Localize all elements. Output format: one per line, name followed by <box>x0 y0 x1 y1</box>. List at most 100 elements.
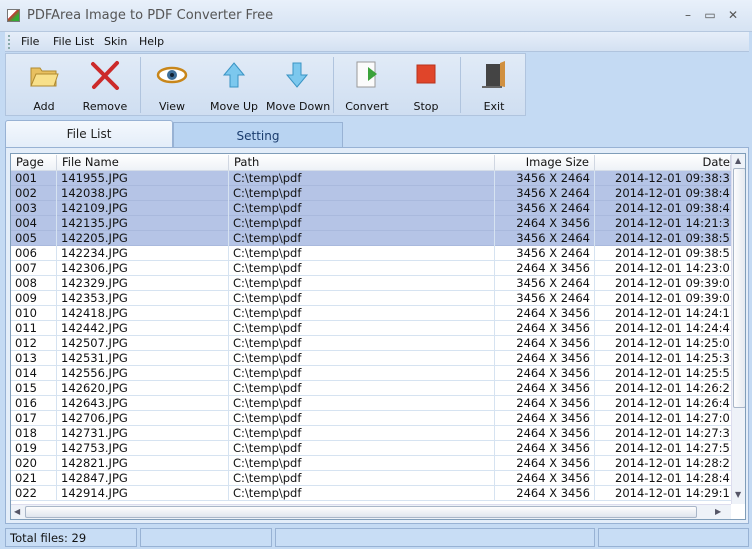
cell-file-name: 142418.JPG <box>57 306 229 321</box>
column-header-date[interactable]: Date <box>595 155 731 170</box>
table-row[interactable]: 017 142706.JPG C:\temp\pdf 2464 X 3456 2014-… <box>11 411 731 426</box>
cell-date: 2014-12-01 09:39:0 <box>615 276 730 290</box>
menu-skin[interactable]: Skin <box>104 35 127 48</box>
cell-file-name: 142135.JPG <box>57 216 229 231</box>
stop-icon <box>416 64 436 84</box>
cell-date: 2014-12-01 09:38:5 <box>615 231 730 245</box>
exit-button[interactable]: Exit <box>464 54 524 116</box>
table-row[interactable]: 012 142507.JPG C:\temp\pdf 2464 X 3456 2014-… <box>11 336 731 351</box>
cell-page: 013 <box>11 351 57 366</box>
scroll-left-icon[interactable]: ◀ <box>14 507 20 516</box>
convert-button[interactable]: Convert <box>338 54 396 116</box>
vertical-scrollbar[interactable]: ▲ ▼ <box>731 154 745 504</box>
table-row[interactable]: 003 142109.JPG C:\temp\pdf 3456 X 2464 2014-… <box>11 201 731 216</box>
cell-file-name: 142234.JPG <box>57 246 229 261</box>
window-title: PDFArea Image to PDF Converter Free <box>27 8 274 23</box>
cell-file-name: 142731.JPG <box>57 426 229 441</box>
table-row[interactable]: 009 142353.JPG C:\temp\pdf 3456 X 2464 2014-… <box>11 291 731 306</box>
stop-button[interactable]: Stop <box>398 54 454 116</box>
table-row[interactable]: 002 142038.JPG C:\temp\pdf 3456 X 2464 2014-… <box>11 186 731 201</box>
column-header-file-name[interactable]: File Name <box>57 155 229 170</box>
cell-path: C:\temp\pdf <box>229 231 495 246</box>
scroll-down-icon[interactable]: ▼ <box>735 490 741 499</box>
minimize-button[interactable]: – <box>680 8 696 22</box>
convert-icon <box>356 61 377 88</box>
table-row[interactable]: 019 142753.JPG C:\temp\pdf 2464 X 3456 2014-… <box>11 441 731 456</box>
tab-strip: File List Setting <box>5 118 749 150</box>
cell-file-name: 142442.JPG <box>57 321 229 336</box>
cell-file-name: 142556.JPG <box>57 366 229 381</box>
cell-path: C:\temp\pdf <box>229 366 495 381</box>
table-row[interactable]: 005 142205.JPG C:\temp\pdf 3456 X 2464 2014-… <box>11 231 731 246</box>
cell-file-name: 142109.JPG <box>57 201 229 216</box>
cell-path: C:\temp\pdf <box>229 396 495 411</box>
cell-image-size: 2464 X 3456 <box>495 471 595 486</box>
add-label: Add <box>33 100 55 113</box>
menu-file[interactable]: File <box>21 35 39 48</box>
red-x-icon <box>91 61 119 90</box>
column-header-image-size[interactable]: Image Size <box>495 155 595 170</box>
menu-file-list[interactable]: File List <box>53 35 94 48</box>
add-button[interactable]: Add <box>14 54 74 116</box>
cell-image-size: 2464 X 3456 <box>495 351 595 366</box>
cell-image-size: 2464 X 3456 <box>495 366 595 381</box>
menu-help[interactable]: Help <box>139 35 164 48</box>
move-up-button[interactable]: Move Up <box>206 54 262 116</box>
table-row[interactable]: 016 142643.JPG C:\temp\pdf 2464 X 3456 2014-… <box>11 396 731 411</box>
cell-page: 014 <box>11 366 57 381</box>
folder-icon <box>30 67 59 87</box>
remove-button[interactable]: Remove <box>74 54 136 116</box>
view-button[interactable]: View <box>144 54 200 116</box>
table-row[interactable]: 018 142731.JPG C:\temp\pdf 2464 X 3456 2014-… <box>11 426 731 441</box>
horizontal-scroll-thumb[interactable] <box>25 506 697 518</box>
table-row[interactable]: 010 142418.JPG C:\temp\pdf 2464 X 3456 2014-… <box>11 306 731 321</box>
cell-page: 018 <box>11 426 57 441</box>
table-row[interactable]: 015 142620.JPG C:\temp\pdf 2464 X 3456 2014-… <box>11 381 731 396</box>
view-label: View <box>158 100 186 113</box>
toolbar: Add Remove View Move Up Move Down Conver… <box>5 53 526 116</box>
cell-page: 006 <box>11 246 57 261</box>
cell-date: 2014-12-01 14:27:0 <box>615 411 730 425</box>
tab-setting[interactable]: Setting <box>173 122 343 150</box>
table-row[interactable]: 004 142135.JPG C:\temp\pdf 2464 X 3456 2014-… <box>11 216 731 231</box>
scroll-up-icon[interactable]: ▲ <box>735 156 741 165</box>
toolbar-separator <box>140 57 141 113</box>
cell-file-name: 141955.JPG <box>57 171 229 186</box>
cell-date: 2014-12-01 09:39:0 <box>615 291 730 305</box>
table-row[interactable]: 022 142914.JPG C:\temp\pdf 2464 X 3456 2014-… <box>11 486 731 501</box>
cell-path: C:\temp\pdf <box>229 291 495 306</box>
table-row[interactable]: 014 142556.JPG C:\temp\pdf 2464 X 3456 2014-… <box>11 366 731 381</box>
horizontal-scrollbar[interactable]: ◀ ▶ <box>11 504 731 519</box>
table-row[interactable]: 007 142306.JPG C:\temp\pdf 2464 X 3456 2014-… <box>11 261 731 276</box>
vertical-scroll-thumb[interactable] <box>733 168 745 408</box>
cell-file-name: 142306.JPG <box>57 261 229 276</box>
table-row[interactable]: 021 142847.JPG C:\temp\pdf 2464 X 3456 2014-… <box>11 471 731 486</box>
file-list-table[interactable]: Page File Name Path Image Size Date 001 1… <box>10 153 746 520</box>
cell-image-size: 3456 X 2464 <box>495 246 595 261</box>
table-row[interactable]: 011 142442.JPG C:\temp\pdf 2464 X 3456 2014-… <box>11 321 731 336</box>
table-row[interactable]: 006 142234.JPG C:\temp\pdf 3456 X 2464 2014-… <box>11 246 731 261</box>
door-exit-icon <box>482 61 505 88</box>
tab-file-list[interactable]: File List <box>5 120 173 148</box>
column-header-path[interactable]: Path <box>229 155 495 170</box>
table-row[interactable]: 001 141955.JPG C:\temp\pdf 3456 X 2464 2014-… <box>11 171 731 186</box>
menu-bar: File File List Skin Help <box>5 32 749 52</box>
cell-date: 2014-12-01 14:24:1 <box>615 306 730 320</box>
exit-label: Exit <box>483 100 505 113</box>
cell-file-name: 142847.JPG <box>57 471 229 486</box>
toolbar-separator <box>333 57 334 113</box>
close-button[interactable]: ✕ <box>725 8 741 22</box>
cell-date: 2014-12-01 14:25:3 <box>615 351 730 365</box>
cell-date: 2014-12-01 14:27:5 <box>615 441 730 455</box>
cell-page: 003 <box>11 201 57 216</box>
table-row[interactable]: 020 142821.JPG C:\temp\pdf 2464 X 3456 2014-… <box>11 456 731 471</box>
table-row[interactable]: 013 142531.JPG C:\temp\pdf 2464 X 3456 2014-… <box>11 351 731 366</box>
cell-date: 2014-12-01 14:25:0 <box>615 336 730 350</box>
column-header-page[interactable]: Page <box>11 155 57 170</box>
eye-icon <box>156 66 188 84</box>
cell-file-name: 142531.JPG <box>57 351 229 366</box>
scroll-right-icon[interactable]: ▶ <box>715 507 721 516</box>
maximize-button[interactable]: ▭ <box>702 8 718 22</box>
table-row[interactable]: 008 142329.JPG C:\temp\pdf 3456 X 2464 2014-… <box>11 276 731 291</box>
move-down-button[interactable]: Move Down <box>266 54 330 116</box>
